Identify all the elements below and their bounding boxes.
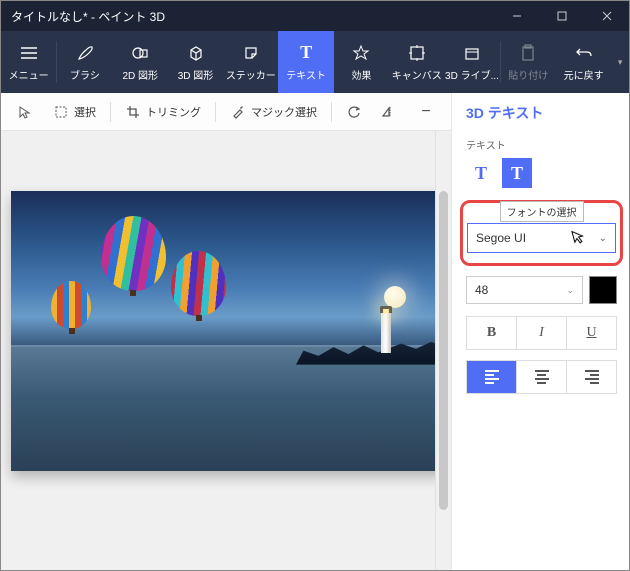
shapes-3d-tool[interactable]: 3D 図形 [168, 31, 223, 93]
minimize-button[interactable] [494, 1, 539, 31]
chevron-down-icon: ⌄ [599, 233, 607, 244]
minus-icon: − [418, 104, 434, 120]
font-tooltip: フォントの選択 [500, 201, 584, 222]
window-title: タイトルなし* - ペイント 3D [11, 8, 494, 25]
panel-title: 3D テキスト [466, 103, 617, 123]
text-2d-button[interactable]: T [466, 158, 496, 188]
magic-select-tool[interactable]: マジック選択 [222, 98, 325, 126]
close-button[interactable] [584, 1, 629, 31]
font-size-row: 48 ⌄ [466, 276, 617, 304]
text-type-row: T T [466, 158, 617, 188]
align-center-icon [535, 368, 549, 386]
maximize-button[interactable] [539, 1, 584, 31]
align-left-button[interactable] [467, 361, 516, 393]
main-toolbar: メニュー ブラシ 2D 図形 3D 図形 ステッカー T テキスト 効果 [1, 31, 629, 93]
image-lighthouse [381, 313, 391, 353]
text-icon: T [296, 43, 316, 63]
title-bar: タイトルなし* - ペイント 3D [1, 1, 629, 31]
shapes-2d-icon [130, 43, 150, 63]
effects-icon [351, 43, 371, 63]
library-3d-tool[interactable]: 3D ライブ... [444, 31, 499, 93]
paste-button[interactable]: 貼り付け [501, 31, 556, 93]
effects-tool[interactable]: 効果 [334, 31, 389, 93]
bold-button[interactable]: B [467, 317, 516, 349]
image-balloon [51, 281, 91, 329]
flip-icon [382, 104, 398, 120]
cursor-icon [571, 228, 588, 249]
font-dropdown[interactable]: Segoe UI ⌄ [467, 223, 616, 253]
menu-icon [19, 43, 39, 63]
font-highlight: フォントの選択 Segoe UI ⌄ [460, 200, 623, 266]
app-window: タイトルなし* - ペイント 3D メニュー ブラシ 2D 図形 3D 図形 ス… [0, 0, 630, 571]
scrollbar-thumb[interactable] [439, 191, 448, 510]
text-tool[interactable]: T テキスト [278, 31, 333, 93]
menu-button[interactable]: メニュー [1, 31, 56, 93]
library-icon [462, 43, 482, 63]
align-left-icon [485, 368, 499, 386]
rotate-button[interactable] [338, 98, 370, 126]
style-row: B I U [466, 316, 617, 350]
underline-button[interactable]: U [566, 317, 616, 349]
zoom-out-button[interactable]: − [410, 98, 442, 126]
select-icon [53, 104, 69, 120]
crop-tool[interactable]: トリミング [117, 98, 209, 126]
ribbon-overflow[interactable]: ▾ [611, 31, 629, 93]
canvas-tool[interactable]: キャンバス [389, 31, 444, 93]
chevron-down-icon: ⌄ [566, 285, 574, 296]
stickers-tool[interactable]: ステッカー [223, 31, 278, 93]
text-section-label: テキスト [466, 137, 617, 152]
crop-icon [125, 104, 141, 120]
font-size-value: 48 [475, 283, 488, 297]
canvas-icon [407, 43, 427, 63]
align-center-button[interactable] [516, 361, 566, 393]
shapes-2d-tool[interactable]: 2D 図形 [113, 31, 168, 93]
align-right-button[interactable] [566, 361, 616, 393]
text-color-swatch[interactable] [589, 276, 617, 304]
font-value: Segoe UI [476, 231, 526, 245]
flip-button[interactable] [374, 98, 406, 126]
text-3d-button[interactable]: T [502, 158, 532, 188]
select-tool[interactable]: 選択 [45, 98, 104, 126]
vertical-scrollbar[interactable] [435, 131, 451, 570]
align-row [466, 360, 617, 394]
undo-icon [574, 43, 594, 63]
font-size-dropdown[interactable]: 48 ⌄ [466, 276, 583, 304]
properties-panel: 3D テキスト テキスト T T フォントの選択 Segoe UI ⌄ 48 ⌄… [451, 93, 629, 570]
canvas-image[interactable] [11, 191, 446, 471]
align-right-icon [585, 368, 599, 386]
undo-button[interactable]: 元に戻す [556, 31, 611, 93]
sticker-icon [241, 43, 261, 63]
shapes-3d-icon [186, 43, 206, 63]
brush-tool[interactable]: ブラシ [57, 31, 112, 93]
pointer-tool[interactable] [9, 98, 41, 126]
magic-icon [230, 104, 246, 120]
italic-button[interactable]: I [516, 317, 566, 349]
paste-icon [518, 43, 538, 63]
rotate-icon [346, 104, 362, 120]
pointer-icon [17, 104, 33, 120]
canvas-area [1, 131, 451, 570]
brush-icon [75, 43, 95, 63]
image-balloon [171, 251, 226, 316]
image-moon [384, 286, 406, 308]
image-balloon [101, 216, 166, 291]
